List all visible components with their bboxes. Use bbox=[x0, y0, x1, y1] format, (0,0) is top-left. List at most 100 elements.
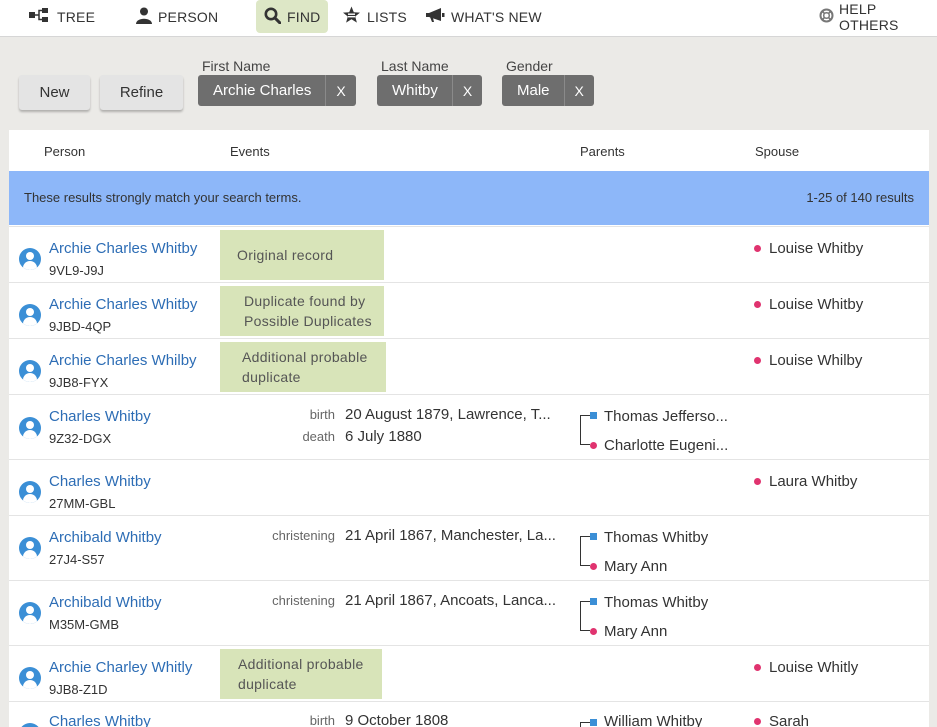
person-id: 9Z32-DGX bbox=[49, 431, 112, 446]
column-header-parents[interactable]: Parents bbox=[580, 144, 625, 159]
first-name-chip: Archie Charles X bbox=[198, 75, 356, 106]
new-search-button[interactable]: New bbox=[19, 75, 90, 110]
male-person-icon bbox=[19, 360, 41, 382]
column-header-person[interactable]: Person bbox=[44, 144, 85, 159]
spouse-name: Louise Whitby bbox=[754, 296, 863, 313]
annotation-callout: Duplicate found by Possible Duplicates bbox=[220, 286, 384, 336]
person-name-link[interactable]: Charles Whitby bbox=[49, 473, 151, 490]
column-header-spouse[interactable]: Spouse bbox=[755, 144, 799, 159]
spouse-name-text: Sarah bbox=[769, 713, 810, 727]
father-name[interactable]: Thomas Jefferso... bbox=[604, 408, 728, 425]
female-dot-icon bbox=[590, 563, 597, 570]
nav-whats-new[interactable]: WHAT'S NEW bbox=[425, 0, 542, 33]
nav-help-others[interactable]: HELP OTHERS bbox=[819, 0, 937, 33]
results-banner: These results strongly match your search… bbox=[9, 171, 929, 225]
refine-search-button[interactable]: Refine bbox=[100, 75, 183, 110]
male-person-icon bbox=[19, 602, 41, 624]
clear-gender-button[interactable]: X bbox=[563, 75, 594, 106]
annotation-text: Original record bbox=[237, 247, 334, 263]
person-id: 27MM-GBL bbox=[49, 496, 116, 511]
nav-person[interactable]: PERSON bbox=[136, 0, 218, 33]
table-row[interactable]: Charles Whitby 27MM-GBL Laura Whitby bbox=[9, 459, 929, 515]
mother-name[interactable]: Mary Ann bbox=[604, 623, 667, 640]
annotation-text: duplicate bbox=[242, 369, 301, 385]
nav-person-label: PERSON bbox=[158, 8, 219, 25]
male-square-icon bbox=[590, 533, 597, 540]
annotation-callout: Additional probable duplicate bbox=[220, 342, 386, 392]
table-row[interactable]: Archie Charles Whilby 9JB8-FYX Additiona… bbox=[9, 338, 929, 394]
clear-first-name-button[interactable]: X bbox=[325, 75, 355, 106]
father-name[interactable]: Thomas Whitby bbox=[604, 594, 708, 611]
first-name-value: Archie Charles bbox=[213, 82, 312, 99]
table-row[interactable]: Archie Charley Whitly 9JB8-Z1D Additiona… bbox=[9, 645, 929, 701]
spouse-name: Louise Whitly bbox=[754, 659, 858, 676]
mother-name[interactable]: Charlotte Eugeni... bbox=[604, 437, 728, 454]
person-name-link[interactable]: Charles Whitby bbox=[49, 408, 151, 425]
parents-group: Thomas Jefferso... Charlotte Eugeni... bbox=[580, 395, 745, 460]
person-name-link[interactable]: Charles Whitby bbox=[49, 713, 151, 727]
nav-find-label: FIND bbox=[287, 8, 321, 25]
first-name-label: First Name bbox=[202, 58, 271, 74]
male-person-icon bbox=[19, 304, 41, 326]
person-id: M35M-GMB bbox=[49, 617, 120, 632]
nav-find[interactable]: FIND bbox=[256, 0, 328, 33]
event-type: christening bbox=[272, 528, 335, 543]
nav-tree[interactable]: TREE bbox=[29, 0, 95, 33]
gender-value: Male bbox=[517, 82, 550, 99]
person-name-link[interactable]: Archie Charley Whitly bbox=[49, 659, 192, 676]
gender-chip: Male X bbox=[502, 75, 594, 106]
female-dot-icon bbox=[754, 245, 761, 252]
mother-name[interactable]: Mary Ann bbox=[604, 558, 667, 575]
spouse-name: Sarah bbox=[754, 713, 809, 727]
tree-icon bbox=[29, 8, 51, 25]
event-value: 6 July 1880 bbox=[345, 428, 422, 445]
male-square-icon bbox=[590, 598, 597, 605]
table-row[interactable]: Archibald Whitby M35M-GMB christening 21… bbox=[9, 580, 929, 645]
spouse-name-text: Louise Whitby bbox=[769, 296, 864, 313]
nav-lists[interactable]: LISTS bbox=[342, 0, 407, 33]
person-name-link[interactable]: Archie Charles Whilby bbox=[49, 352, 197, 369]
gender-label: Gender bbox=[506, 58, 553, 74]
last-name-label: Last Name bbox=[381, 58, 449, 74]
table-row[interactable]: Charles Whitby 9Z32-DGX birth 20 August … bbox=[9, 394, 929, 459]
star-list-icon bbox=[342, 6, 361, 27]
spouse-name-text: Louise Whitly bbox=[769, 659, 859, 676]
table-row[interactable]: Archie Charles Whitby 9JBD-4QP Duplicate… bbox=[9, 282, 929, 338]
person-name-link[interactable]: Archie Charles Whitby bbox=[49, 296, 197, 313]
male-person-icon bbox=[19, 667, 41, 689]
annotation-text: duplicate bbox=[238, 676, 297, 692]
nav-lists-label: LISTS bbox=[367, 8, 407, 25]
annotation-callout: Additional probable duplicate bbox=[220, 649, 382, 699]
nav-tree-label: TREE bbox=[57, 8, 96, 25]
father-name[interactable]: Thomas Whitby bbox=[604, 529, 708, 546]
event-type: birth bbox=[309, 407, 335, 422]
parents-bracket bbox=[580, 601, 590, 631]
nav-whats-new-label: WHAT'S NEW bbox=[451, 8, 542, 25]
father-name[interactable]: William Whitby bbox=[604, 713, 702, 727]
annotation-text: Additional probable bbox=[242, 349, 368, 365]
event-value: 20 August 1879, Lawrence, T... bbox=[345, 406, 551, 423]
female-dot-icon bbox=[590, 442, 597, 449]
spouse-name-text: Louise Whilby bbox=[769, 352, 863, 369]
male-person-icon bbox=[19, 537, 41, 559]
table-row[interactable]: Archibald Whitby 27J4-S57 christening 21… bbox=[9, 515, 929, 580]
event-type: birth bbox=[309, 713, 335, 727]
female-dot-icon bbox=[754, 478, 761, 485]
table-row[interactable]: Archie Charles Whitby 9VL9-J9J Original … bbox=[9, 226, 929, 282]
table-row[interactable]: Charles Whitby birth 9 October 1808 Will… bbox=[9, 701, 929, 727]
annotation-callout: Original record bbox=[220, 230, 384, 280]
male-square-icon bbox=[590, 412, 597, 419]
clear-last-name-button[interactable]: X bbox=[451, 75, 482, 106]
spouse-name: Louise Whitby bbox=[754, 240, 863, 257]
person-id: 9JB8-Z1D bbox=[49, 682, 108, 697]
female-dot-icon bbox=[754, 718, 761, 725]
person-name-link[interactable]: Archie Charles Whitby bbox=[49, 240, 197, 257]
top-navigation: TREE PERSON FIND LISTS WHAT'S NEW HELP O… bbox=[0, 0, 937, 37]
last-name-value: Whitby bbox=[392, 82, 438, 99]
person-name-link[interactable]: Archibald Whitby bbox=[49, 529, 162, 546]
annotation-text: Duplicate found by bbox=[244, 293, 366, 309]
female-dot-icon bbox=[754, 301, 761, 308]
person-id: 9JBD-4QP bbox=[49, 319, 112, 334]
person-name-link[interactable]: Archibald Whitby bbox=[49, 594, 162, 611]
column-header-events[interactable]: Events bbox=[230, 144, 270, 159]
